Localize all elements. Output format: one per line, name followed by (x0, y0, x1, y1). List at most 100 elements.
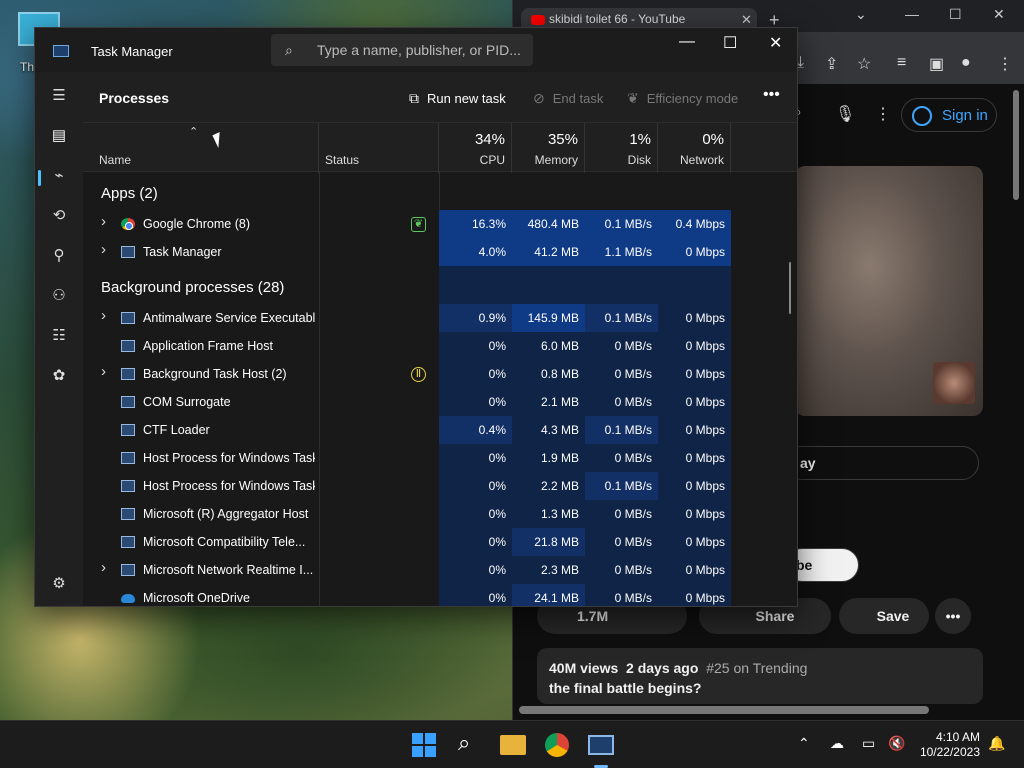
horizontal-scrollbar[interactable] (519, 706, 929, 714)
file-explorer-icon[interactable] (500, 735, 526, 755)
network-value: 0 Mbps (658, 360, 731, 388)
show-hidden-icons-icon[interactable]: ⌃ (798, 735, 810, 752)
expand-chevron-icon[interactable]: › (101, 559, 106, 576)
disk-column-label: Disk (627, 153, 651, 167)
video-description[interactable]: 40M views 2 days ago #25 on Trending the… (537, 648, 983, 704)
chrome-icon[interactable] (545, 733, 569, 757)
tab-search-icon[interactable]: ⌄ (855, 6, 867, 23)
users-icon[interactable]: ⚇ (49, 286, 69, 306)
cpu-column-header[interactable]: 34% CPU (439, 123, 512, 173)
system-clock[interactable]: 4:10 AM 10/22/2023 (920, 730, 980, 760)
network-value: 0 Mbps (658, 304, 731, 332)
startup-apps-icon[interactable]: ⚲ (49, 246, 69, 266)
cpu-value: 0% (439, 444, 512, 472)
details-icon[interactable]: ☷ (49, 326, 69, 346)
network-value: 0 Mbps (658, 416, 731, 444)
search-input[interactable]: ⌕ Type a name, publisher, or PID... (271, 34, 533, 66)
network-icon[interactable]: ▭ (862, 735, 875, 752)
table-row[interactable]: CTF Loader 0.4% 4.3 MB 0.1 MB/s 0 Mbps (83, 416, 797, 444)
disk-column-header[interactable]: 1% Disk (585, 123, 658, 173)
process-name: Background Task Host (2) (143, 367, 287, 381)
performance-icon[interactable]: ⌁ (49, 166, 69, 186)
menu-icon[interactable]: ⋮ (997, 54, 1013, 74)
task-manager-taskbar-icon[interactable] (588, 735, 614, 755)
efficiency-mode-label: Efficiency mode (646, 91, 739, 106)
account-icon (912, 106, 932, 126)
memory-value: 480.4 MB (512, 210, 585, 238)
search-icon: ⌕ (285, 42, 293, 58)
table-row[interactable]: Microsoft OneDrive 0% 24.1 MB 0 MB/s 0 Mbps (83, 584, 797, 606)
process-name: Application Frame Host (143, 339, 273, 353)
process-name: Antimalware Service Executable (143, 311, 315, 325)
table-row[interactable]: › Google Chrome (8) ❦ 16.3% 480.4 MB 0.1 MB/s… (83, 210, 797, 238)
memory-column-header[interactable]: 35% Memory (512, 123, 585, 173)
weather-icon[interactable]: ☁ (830, 735, 844, 752)
download-icon[interactable]: ⤓ (797, 54, 804, 72)
save-button[interactable]: Save (839, 598, 929, 634)
status-column-header[interactable]: Status (319, 123, 439, 173)
table-row[interactable]: Application Frame Host 0% 6.0 MB 0 MB/s 0 Mb… (83, 332, 797, 360)
close-tab-icon[interactable]: ✕ (741, 12, 752, 28)
hamburger-menu-icon[interactable]: ☰ (49, 86, 69, 106)
channel-avatar[interactable] (933, 362, 975, 404)
bookmark-star-icon[interactable]: ☆ (857, 54, 871, 74)
table-row[interactable]: › Background Task Host (2) Ⅱ 0% 0.8 MB 0 MB/s… (83, 360, 797, 388)
name-column-header[interactable]: ⌃ Name (83, 123, 319, 173)
process-name: Host Process for Windows Tasks (143, 479, 315, 493)
table-row[interactable]: › Antimalware Service Executable 0.9% 145.9… (83, 304, 797, 332)
process-icon (121, 480, 135, 492)
process-icon (121, 424, 135, 436)
table-row[interactable]: Host Process for Windows Tasks 0% 2.2 MB 0.… (83, 472, 797, 500)
memory-value: 41.2 MB (512, 238, 585, 266)
page-scrollbar[interactable] (1013, 90, 1019, 200)
close-icon[interactable]: ✕ (769, 33, 782, 53)
memory-value: 2.3 MB (512, 556, 585, 584)
media-controls-icon[interactable]: ≡ (897, 54, 906, 72)
efficiency-mode-button[interactable]: ❦ Efficiency mode (627, 90, 738, 107)
disk-value: 0 MB/s (585, 500, 658, 528)
memory-column-label: Memory (534, 153, 578, 167)
more-actions-button[interactable]: ••• (935, 598, 971, 634)
table-row[interactable]: Microsoft Compatibility Tele... 0% 21.8 MB… (83, 528, 797, 556)
expand-chevron-icon[interactable]: › (101, 307, 106, 324)
table-row[interactable]: Host Process for Windows Tasks 0% 1.9 MB 0 … (83, 444, 797, 472)
volume-muted-icon[interactable]: 🔇 (888, 735, 905, 752)
background-group-header[interactable]: Background processes (28) (101, 274, 284, 302)
memory-value: 145.9 MB (512, 304, 585, 332)
table-row[interactable]: › Microsoft Network Realtime I... 0% 2.3 MB… (83, 556, 797, 584)
table-row[interactable]: › Task Manager 4.0% 41.2 MB 1.1 MB/s 0 Mbps (83, 238, 797, 266)
maximize-icon[interactable]: ☐ (949, 6, 962, 23)
settings-gear-icon[interactable]: ⚙ (49, 574, 69, 594)
apps-group-header[interactable]: Apps (2) (101, 180, 158, 208)
expand-chevron-icon[interactable]: › (101, 241, 106, 258)
table-row[interactable]: COM Surrogate 0% 2.1 MB 0 MB/s 0 Mbps (83, 388, 797, 416)
end-task-button[interactable]: ⊘ End task (533, 90, 603, 107)
profile-icon[interactable]: ● (961, 54, 971, 72)
network-value: 0 Mbps (658, 500, 731, 528)
maximize-icon[interactable]: ☐ (723, 33, 737, 53)
microphone-icon[interactable]: 🎙 (835, 104, 855, 124)
app-history-icon[interactable]: ⟲ (49, 206, 69, 226)
processes-icon[interactable]: ▤ (49, 126, 69, 146)
notifications-bell-icon[interactable]: 🔔 (988, 735, 1005, 752)
run-new-task-button[interactable]: ⧉ Run new task (409, 90, 506, 107)
minimize-icon[interactable]: — (679, 33, 695, 51)
search-icon[interactable]: ⌕ (458, 730, 484, 755)
disk-value: 0 MB/s (585, 556, 658, 584)
close-icon[interactable]: ✕ (993, 6, 1005, 23)
expand-chevron-icon[interactable]: › (101, 363, 106, 380)
expand-chevron-icon[interactable]: › (101, 213, 106, 230)
play-pill-button[interactable]: ay (785, 446, 979, 480)
more-options-icon[interactable]: ••• (763, 86, 780, 104)
table-row[interactable]: Microsoft (R) Aggregator Host 0% 1.3 MB 0 M… (83, 500, 797, 528)
memory-value: 21.8 MB (512, 528, 585, 556)
minimize-icon[interactable]: — (905, 6, 919, 22)
services-icon[interactable]: ✿ (49, 366, 69, 386)
share-icon[interactable]: ⇪ (825, 54, 838, 74)
side-panel-icon[interactable]: ▣ (929, 54, 944, 74)
start-icon[interactable] (412, 733, 438, 757)
sign-in-button[interactable]: Sign in (901, 98, 997, 132)
more-icon[interactable]: ⋮ (875, 104, 891, 124)
column-header: ⌃ Name Status 34% CPU 35% Memory 1% Disk… (83, 122, 797, 173)
network-column-header[interactable]: 0% Network (658, 123, 731, 173)
